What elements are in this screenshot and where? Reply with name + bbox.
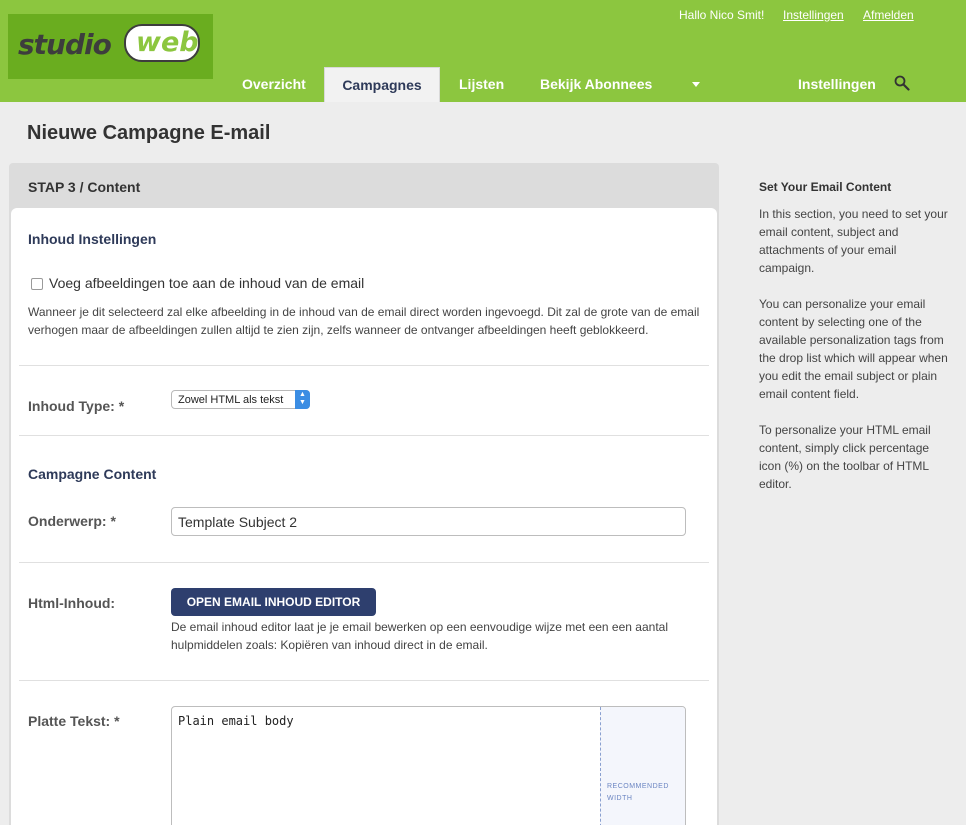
studioweb-logo[interactable]: studio web: [12, 22, 202, 66]
subject-label: Onderwerp: *: [28, 513, 116, 529]
search-icon[interactable]: [894, 75, 910, 91]
embed-images-checkbox[interactable]: [31, 278, 43, 290]
content-type-select[interactable]: Zowel HTML als tekst ▲ ▼: [171, 390, 310, 409]
page-title: Nieuwe Campagne E-mail: [27, 122, 271, 144]
sidebar-title: Set Your Email Content: [759, 180, 892, 194]
nav-more-dropdown-icon[interactable]: [692, 82, 700, 87]
nav-lists[interactable]: Lijsten: [459, 76, 504, 92]
nav-subscribers[interactable]: Bekijk Abonnees: [540, 76, 652, 92]
recommended-width-line-2: WIDTH: [607, 795, 633, 802]
html-content-label: Html-Inhoud:: [28, 595, 116, 611]
content-type-value: Zowel HTML als tekst: [178, 394, 284, 406]
logo-text-web: web: [136, 27, 199, 58]
recommended-width-line-1: RECOMMENDED: [607, 783, 669, 790]
content-settings-heading: Inhoud Instellingen: [28, 231, 157, 247]
nav-campaigns-active-tab[interactable]: Campagnes: [324, 67, 440, 102]
sidebar-paragraph-1: In this section, you need to set your em…: [759, 207, 948, 275]
divider: [19, 435, 709, 436]
nav-settings[interactable]: Instellingen: [798, 76, 876, 92]
embed-images-label[interactable]: Voeg afbeeldingen toe aan de inhoud van …: [49, 275, 364, 291]
step-heading: STAP 3 / Content: [28, 179, 141, 195]
content-type-label: Inhoud Type: *: [28, 398, 125, 414]
sidebar-paragraph-2: You can personalize your email content b…: [759, 297, 948, 401]
sidebar-paragraph-3: To personalize your HTML email content, …: [759, 423, 931, 491]
plain-text-textarea[interactable]: Plain email body RECOMMENDED WIDTH: [171, 706, 686, 825]
campaign-content-heading: Campagne Content: [28, 466, 157, 482]
subject-input[interactable]: [171, 507, 686, 536]
plain-text-value: Plain email body: [178, 714, 294, 728]
recommended-width-label: RECOMMENDED WIDTH: [607, 781, 669, 805]
divider: [19, 680, 709, 681]
select-stepper-icon: ▲ ▼: [295, 390, 310, 409]
open-email-editor-button[interactable]: OPEN EMAIL INHOUD EDITOR: [171, 588, 376, 616]
divider: [19, 365, 709, 366]
embed-images-help-1: Wanneer je dit selecteerd zal elke afbee…: [28, 305, 700, 319]
plain-text-label: Platte Tekst: *: [28, 713, 120, 729]
divider: [19, 562, 709, 563]
top-settings-link[interactable]: Instellingen: [783, 8, 844, 22]
html-editor-help-1: De email inhoud editor laat je je email …: [171, 620, 668, 634]
logo-text-studio: studio: [18, 28, 112, 61]
embed-images-help-2: verhogen maar de afbeeldingen zullen alt…: [28, 323, 649, 337]
recommended-width-guide: [600, 707, 685, 825]
logout-link[interactable]: Afmelden: [863, 8, 914, 22]
nav-campaigns-label: Campagnes: [342, 77, 422, 93]
html-editor-help-2: hulpmiddelen zoals: Kopiëren van inhoud …: [171, 638, 488, 652]
nav-overview[interactable]: Overzicht: [242, 76, 306, 92]
user-greeting: Hallo Nico Smit!: [679, 8, 765, 22]
